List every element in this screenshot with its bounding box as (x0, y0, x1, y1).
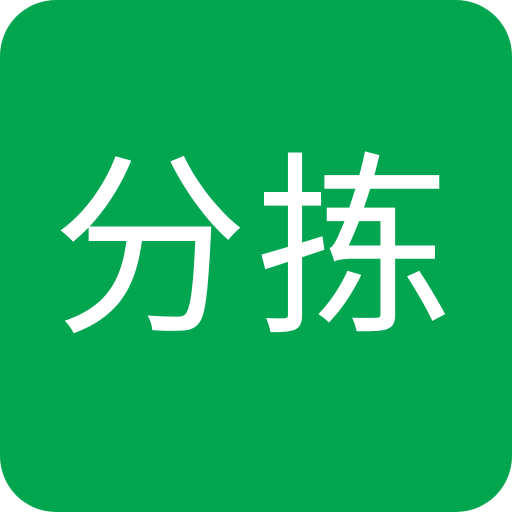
app-icon-label: 分拣 (51, 136, 460, 364)
app-icon-tile[interactable]: 分拣 (0, 0, 512, 512)
